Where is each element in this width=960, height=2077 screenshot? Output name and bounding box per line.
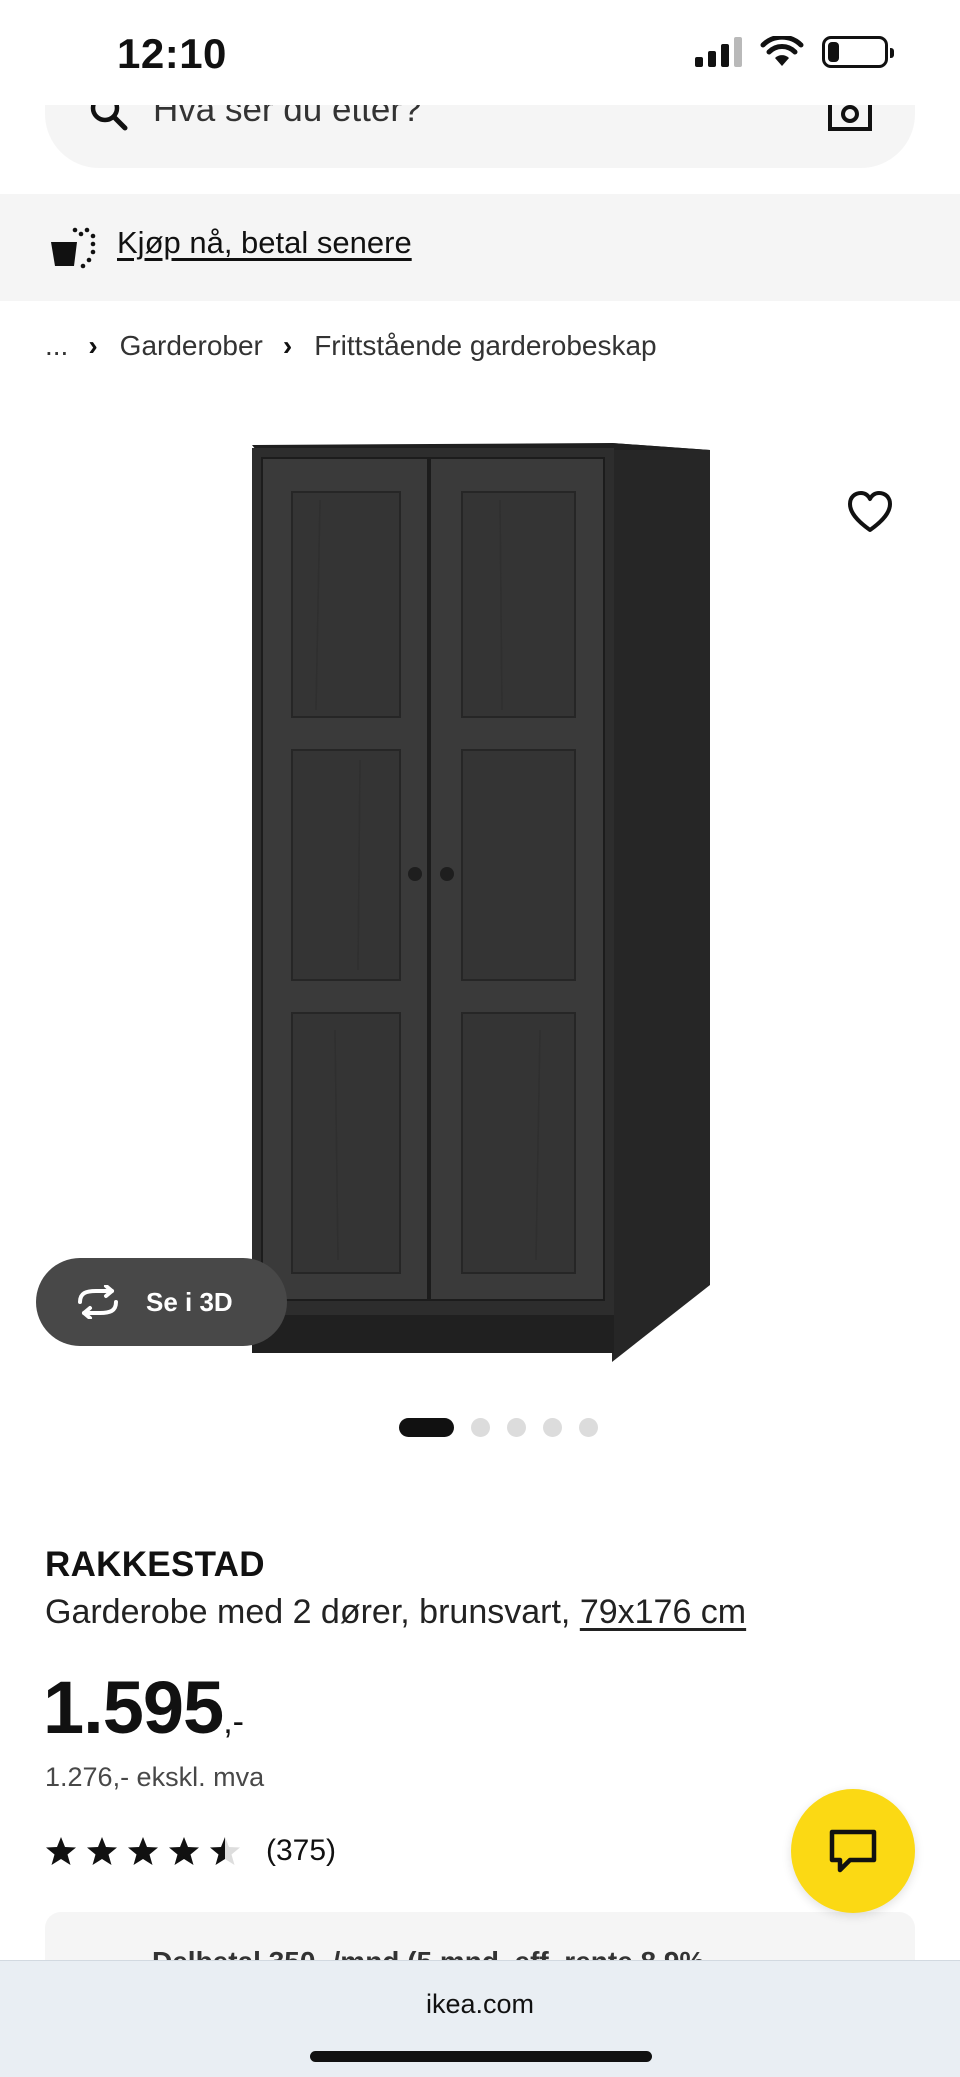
product-size-link[interactable]: 79x176 cm <box>580 1593 746 1631</box>
carousel-dots <box>0 1418 960 1437</box>
product-description: Garderobe med 2 dører, brunsvart, 79x176… <box>45 1593 746 1632</box>
view-3d-button[interactable]: Se i 3D <box>36 1258 287 1346</box>
carousel-dot[interactable] <box>398 1418 454 1437</box>
status-bar: 12:10 <box>0 0 960 105</box>
chevron-right-icon: › <box>282 330 293 361</box>
chat-button[interactable] <box>791 1789 915 1913</box>
browser-address-bar[interactable]: ikea.com <box>0 1960 960 2077</box>
view-3d-label: Se i 3D <box>146 1286 233 1317</box>
star-icon <box>169 1837 199 1865</box>
browser-url[interactable]: ikea.com <box>0 1989 960 2020</box>
star-icon <box>87 1837 117 1865</box>
pay-later-banner[interactable]: Kjøp nå, betal senere <box>0 194 960 301</box>
product-description-text: Garderobe med 2 dører, brunsvart, <box>45 1593 580 1631</box>
product-price: 1.595,- <box>43 1665 244 1750</box>
rating-stars <box>45 1835 241 1867</box>
price-value: 1.595 <box>43 1666 224 1749</box>
carousel-dot[interactable] <box>470 1418 490 1437</box>
cellular-signal-icon <box>695 37 742 67</box>
pay-later-icon <box>51 227 96 269</box>
carousel-dot[interactable] <box>506 1418 526 1437</box>
wifi-icon <box>760 36 804 66</box>
rating-count[interactable]: (375) <box>266 1834 336 1868</box>
pay-later-link[interactable]: Kjøp nå, betal senere <box>117 225 412 261</box>
chevron-right-icon: › <box>88 330 98 361</box>
star-icon <box>128 1837 158 1865</box>
status-icons <box>695 36 894 68</box>
star-icon <box>210 1837 240 1865</box>
breadcrumb-ellipsis[interactable]: ... <box>45 330 68 362</box>
product-image[interactable] <box>240 430 720 1370</box>
product-name: RAKKESTAD <box>45 1545 265 1584</box>
breadcrumb: ... › Garderober › Frittstående garderob… <box>45 330 657 362</box>
breadcrumb-item-frittstaende[interactable]: Frittstående garderobeskap <box>314 330 656 362</box>
rating[interactable]: (375) <box>45 1834 336 1868</box>
carousel-dot[interactable] <box>578 1418 598 1437</box>
star-icon <box>46 1837 76 1865</box>
battery-icon <box>822 36 894 68</box>
breadcrumb-item-garderober[interactable]: Garderober <box>120 330 263 362</box>
carousel-dot[interactable] <box>542 1418 562 1437</box>
heart-icon[interactable] <box>846 490 894 534</box>
status-time: 12:10 <box>117 30 227 77</box>
price-suffix: ,- <box>223 1703 244 1741</box>
home-indicator <box>310 2051 652 2062</box>
chat-icon <box>829 1829 877 1873</box>
rotate-3d-icon <box>78 1285 118 1319</box>
price-ex-vat: 1.276,- ekskl. mva <box>45 1762 265 1792</box>
